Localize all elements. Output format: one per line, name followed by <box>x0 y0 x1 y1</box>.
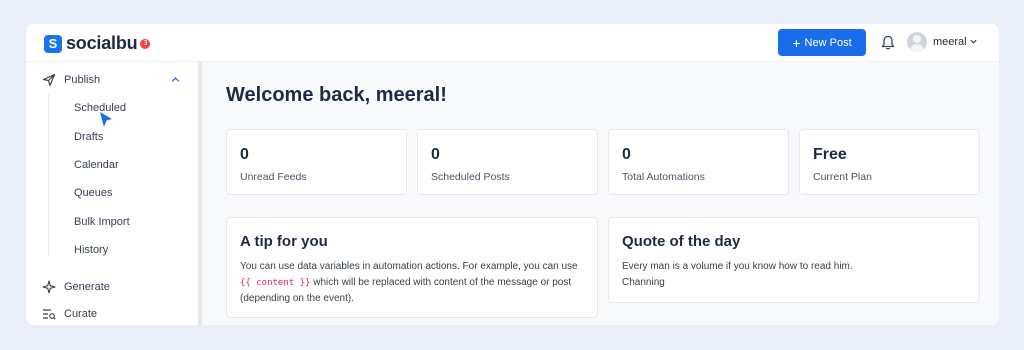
stat-value: 0 <box>240 146 249 163</box>
bell-icon[interactable] <box>881 35 895 51</box>
main-content: Welcome back, meeral! 0 Unread Feeds 0 S… <box>202 62 999 325</box>
nav-publish-label: Publish <box>64 74 101 86</box>
tip-card: A tip for you You can use data variables… <box>226 217 598 318</box>
logo-mark-icon: S <box>44 34 62 53</box>
stat-value: Free <box>813 146 847 163</box>
nav-generate-label: Generate <box>64 281 110 293</box>
stat-value: 0 <box>622 146 631 163</box>
tip-text-before: You can use data variables in automation… <box>240 261 578 272</box>
nav-generate[interactable]: Generate <box>42 280 110 294</box>
curate-icon <box>43 309 56 320</box>
quote-author: Channing <box>622 277 665 288</box>
stat-card-total-automations[interactable]: 0 Total Automations <box>608 129 789 195</box>
new-post-label: New Post <box>804 36 852 49</box>
chevron-down-icon[interactable] <box>969 37 978 46</box>
nav-publish[interactable]: Publish <box>42 73 100 87</box>
notification-badge: 3 <box>140 38 151 49</box>
stat-label: Unread Feeds <box>240 171 307 183</box>
sidebar-item-calendar[interactable]: Calendar <box>74 159 119 171</box>
nav-curate-label: Curate <box>64 308 98 320</box>
tip-code: {{ content }} <box>240 278 311 288</box>
username[interactable]: meeral <box>933 36 967 48</box>
brand-name: socialbu <box>66 33 138 53</box>
tip-text: You can use data variables in automation… <box>240 259 590 307</box>
stat-value: 0 <box>431 146 440 163</box>
stat-label: Scheduled Posts <box>431 171 510 183</box>
quote-card: Quote of the day Every man is a volume i… <box>608 217 980 303</box>
sidebar: Publish Scheduled Drafts Calendar Queues… <box>26 62 198 325</box>
sparkle-icon <box>42 280 56 294</box>
logo[interactable]: S socialbu 3 <box>44 33 151 54</box>
nav-tree-line <box>48 94 49 256</box>
page-title: Welcome back, meeral! <box>226 84 447 106</box>
cursor-icon <box>100 112 112 127</box>
app-window: S socialbu 3 + New Post meeral Publish S… <box>26 24 999 325</box>
sidebar-item-bulk-import[interactable]: Bulk Import <box>74 216 130 228</box>
quote-text-block: Every man is a volume if you know how to… <box>622 259 972 291</box>
stat-label: Total Automations <box>622 171 705 183</box>
quote-text: Every man is a volume if you know how to… <box>622 261 853 272</box>
plus-icon: + <box>792 34 801 51</box>
sidebar-item-drafts[interactable]: Drafts <box>74 131 103 143</box>
stat-card-unread-feeds[interactable]: 0 Unread Feeds <box>226 129 407 195</box>
chevron-up-icon[interactable] <box>170 74 181 85</box>
stat-card-current-plan[interactable]: Free Current Plan <box>799 129 980 195</box>
stat-label: Current Plan <box>813 171 872 183</box>
avatar[interactable] <box>907 32 927 52</box>
sidebar-item-history[interactable]: History <box>74 244 108 256</box>
nav-curate[interactable]: Curate <box>42 307 97 321</box>
sidebar-item-queues[interactable]: Queues <box>74 187 113 199</box>
top-bar: S socialbu 3 + New Post meeral <box>26 24 999 62</box>
stat-card-scheduled-posts[interactable]: 0 Scheduled Posts <box>417 129 598 195</box>
new-post-button[interactable]: + New Post <box>778 29 866 56</box>
quote-title: Quote of the day <box>622 233 741 250</box>
send-icon <box>42 73 56 87</box>
tip-title: A tip for you <box>240 233 328 250</box>
